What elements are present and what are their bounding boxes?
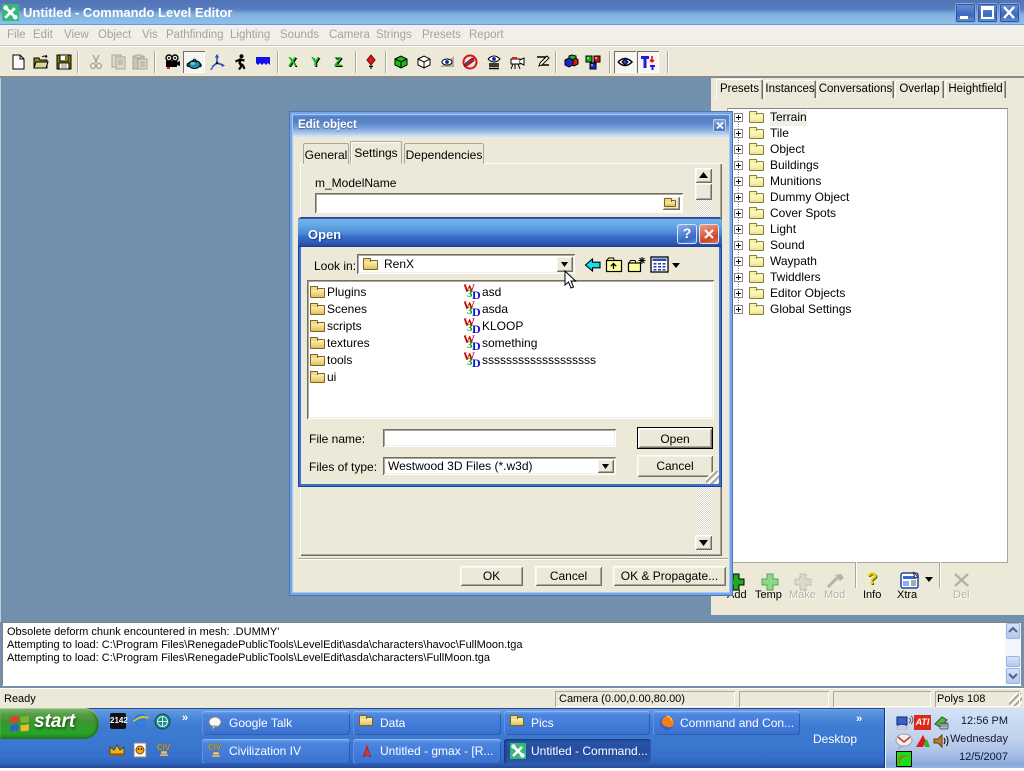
svg-text:CIV: CIV [208,743,222,752]
svg-text:D: D [472,288,481,300]
svg-text:CIV: CIV [157,743,171,752]
svg-text:D: D [472,356,481,368]
svg-text:D: D [472,305,481,317]
svg-text:D: D [472,339,481,351]
svg-text:D: D [472,322,481,334]
